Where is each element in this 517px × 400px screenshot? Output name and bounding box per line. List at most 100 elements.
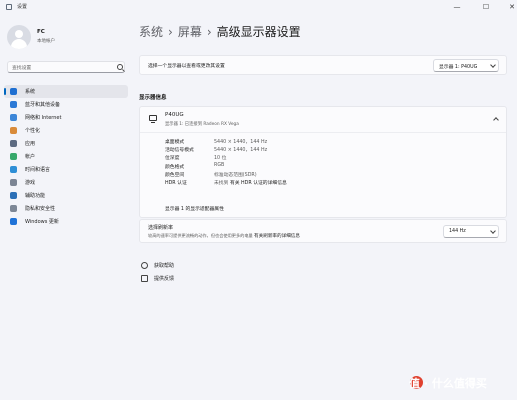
info-value: RGB — [214, 162, 225, 168]
apps-icon — [10, 140, 17, 147]
info-label: 颜色空间 — [165, 172, 185, 178]
breadcrumb: 系统 › 屏幕 › 高级显示器设置 — [139, 23, 301, 40]
title-bar: 设置 — ☐ ✕ — [0, 0, 517, 14]
refresh-rate-description: 较高的速率可提供更流畅的动作，但也会使用更多的电量 有关刷新率的详细信息 — [148, 233, 300, 239]
info-row: 颜色空间 标准动态范围(SDR) — [165, 171, 465, 179]
sidebar-item-personalization[interactable]: 个性化 — [4, 124, 128, 137]
system-icon — [10, 88, 17, 95]
refresh-rate-dropdown[interactable]: 144 Hz — [443, 225, 499, 238]
settings-window: 设置 — ☐ ✕ FC 本地帐户 查找设置 系统 蓝牙和其他设备 网络和 Int… — [0, 0, 517, 400]
search-placeholder: 查找设置 — [12, 66, 32, 71]
refresh-rate-info-link[interactable]: 有关刷新率的详细信息 — [254, 234, 300, 239]
sidebar-item-apps[interactable]: 应用 — [4, 137, 128, 150]
chevron-up-icon[interactable] — [493, 117, 499, 123]
info-label: 颜色格式 — [165, 164, 185, 170]
settings-app-icon — [6, 4, 12, 10]
sidebar-item-accessibility[interactable]: 辅助功能 — [4, 189, 128, 202]
info-value: 5440 × 1440，144 Hz — [214, 140, 268, 145]
sidebar-item-label: 个性化 — [25, 128, 41, 134]
breadcrumb-separator: › — [206, 25, 212, 39]
sidebar-item-privacy[interactable]: 隐私和安全性 — [4, 202, 128, 215]
hdr-status: 未找到 — [214, 180, 229, 186]
sidebar-item-label: 网络和 Internet — [25, 115, 62, 121]
refresh-rate-title: 选择刷新率 — [148, 225, 174, 231]
avatar-head — [15, 30, 23, 38]
info-row: HDR 认证 未找到 有关 HDR 认证的详细信息 — [165, 179, 465, 187]
sidebar-item-windows-update[interactable]: Windows 更新 — [4, 215, 128, 228]
sidebar-item-system[interactable]: 系统 — [4, 85, 128, 98]
display-info-header[interactable]: P40UG 显示器 1: 已连接到 Radeon RX Vega — [140, 107, 506, 133]
adapter-properties-link[interactable]: 显示器 1 的显示适配器属性 — [165, 205, 224, 212]
monitor-name: P40UG — [165, 112, 184, 118]
info-label: HDR 认证 — [165, 180, 187, 186]
chevron-down-icon — [490, 62, 496, 68]
info-label: 位深度 — [165, 156, 180, 162]
display-info-rows: 桌面模式 5440 × 1440，144 Hz 活动信号模式 5440 × 1440… — [165, 138, 465, 187]
page-title: 高级显示器设置 — [216, 25, 301, 39]
refresh-rate-card: 选择刷新率 较高的速率可提供更流畅的动作，但也会使用更多的电量 有关刷新率的详细… — [139, 219, 507, 243]
account-icon — [10, 153, 17, 160]
network-icon — [10, 114, 17, 121]
sidebar-item-label: 应用 — [25, 141, 36, 147]
sidebar-item-label: 辅助功能 — [25, 193, 46, 199]
breadcrumb-display[interactable]: 屏幕 — [178, 25, 202, 39]
info-row: 活动信号模式 5440 × 1440，144 Hz — [165, 146, 465, 154]
sidebar-item-network[interactable]: 网络和 Internet — [4, 111, 128, 124]
display-select-prompt: 选择一个显示器以查看或更改其设置 — [148, 64, 225, 69]
info-value: 未找到 有关 HDR 认证的详细信息 — [214, 179, 287, 186]
shield-icon — [10, 205, 17, 212]
sidebar-item-bluetooth[interactable]: 蓝牙和其他设备 — [4, 98, 128, 111]
monitor-connection: 显示器 1: 已连接到 Radeon RX Vega — [165, 122, 239, 127]
accessibility-icon — [10, 192, 17, 199]
close-button[interactable]: ✕ — [500, 0, 517, 14]
display-dropdown-value: 显示器 1: P40UG — [439, 65, 478, 70]
info-value: 标准动态范围(SDR) — [214, 172, 257, 178]
feedback-icon — [141, 275, 148, 282]
section-title: 显示器信息 — [139, 95, 167, 101]
avatar-body — [11, 39, 27, 49]
sidebar-item-label: 帐户 — [25, 154, 36, 160]
watermark: 值 · 什么值得买 — [409, 377, 487, 390]
info-row: 颜色格式 RGB — [165, 163, 465, 171]
sidebar-item-label: 隐私和安全性 — [25, 206, 56, 212]
info-value: 10 位 — [214, 156, 227, 162]
maximize-button[interactable]: ☐ — [474, 0, 498, 14]
refresh-rate-desc-text: 较高的速率可提供更流畅的动作，但也会使用更多的电量 — [148, 233, 253, 238]
brush-icon — [10, 127, 17, 134]
help-icon — [141, 262, 148, 269]
globe-icon — [10, 166, 17, 173]
display-dropdown[interactable]: 显示器 1: P40UG — [433, 59, 499, 72]
info-row: 桌面模式 5440 × 1440，144 Hz — [165, 138, 465, 146]
sidebar-item-label: 系统 — [25, 89, 36, 95]
sidebar-item-label: 游戏 — [25, 180, 36, 186]
display-info-card: P40UG 显示器 1: 已连接到 Radeon RX Vega 桌面模式 544… — [139, 106, 507, 218]
info-value: 5440 × 1440，144 Hz — [214, 148, 268, 154]
window-title: 设置 — [17, 4, 28, 10]
info-row: 位深度 10 位 — [165, 154, 465, 162]
breadcrumb-separator: › — [168, 25, 173, 39]
display-select-card: 选择一个显示器以查看或更改其设置 显示器 1: P40UG — [139, 55, 507, 75]
hdr-certification-link[interactable]: 有关 HDR 认证的详细信息 — [230, 181, 287, 186]
search-input[interactable]: 查找设置 — [7, 61, 125, 73]
minimize-button[interactable]: — — [445, 0, 469, 14]
user-account-type: 本地帐户 — [37, 39, 55, 44]
get-help-label: 获取帮助 — [154, 263, 175, 269]
bluetooth-icon — [10, 101, 17, 108]
breadcrumb-system[interactable]: 系统 — [139, 25, 163, 39]
user-name: FC — [37, 29, 45, 35]
search-icon[interactable] — [117, 64, 123, 70]
info-label: 活动信号模式 — [165, 148, 194, 154]
gamepad-icon — [10, 179, 17, 186]
refresh-rate-value: 144 Hz — [449, 229, 466, 234]
sidebar-item-label: 时间和语言 — [25, 167, 51, 173]
sidebar-item-gaming[interactable]: 游戏 — [4, 176, 128, 189]
avatar[interactable] — [7, 25, 31, 49]
sidebar-item-time-language[interactable]: 时间和语言 — [4, 163, 128, 176]
sidebar-item-label: Windows 更新 — [25, 219, 59, 225]
feedback-label: 提供反馈 — [154, 276, 175, 282]
sidebar-item-label: 蓝牙和其他设备 — [25, 102, 61, 108]
monitor-icon — [149, 115, 157, 123]
chevron-down-icon — [490, 228, 496, 234]
sidebar-item-accounts[interactable]: 帐户 — [4, 150, 128, 163]
sidebar-nav: 系统 蓝牙和其他设备 网络和 Internet 个性化 应用 帐户 时间和语言 … — [4, 85, 128, 228]
